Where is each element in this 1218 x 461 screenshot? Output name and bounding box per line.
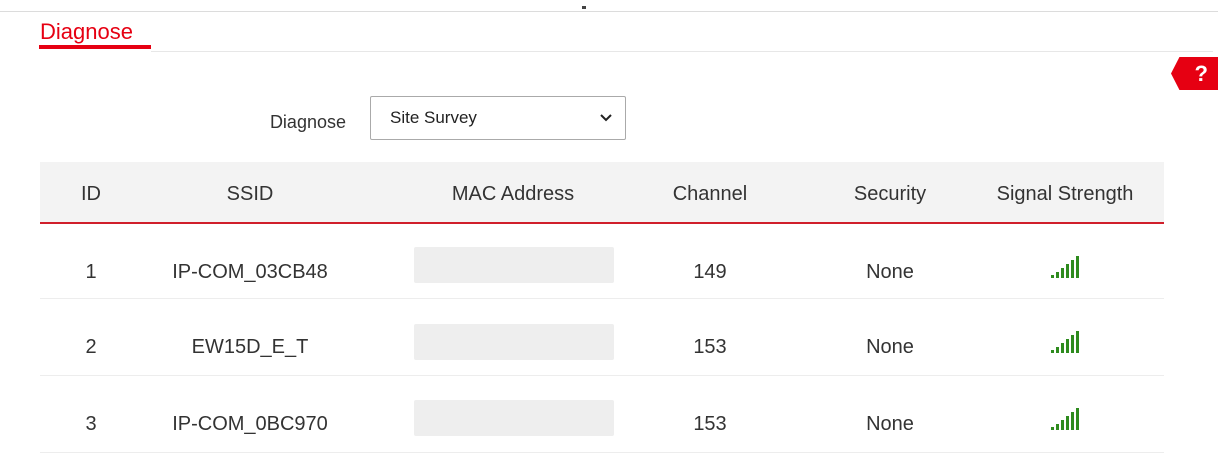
row-ssid: IP-COM_03CB48 — [172, 261, 328, 283]
row-divider — [40, 452, 1164, 453]
column-header-signal-strength: Signal Strength — [996, 183, 1134, 205]
help-icon: ? — [1194, 61, 1208, 86]
chevron-down-icon — [600, 114, 612, 122]
help-button[interactable]: ? — [1171, 57, 1218, 90]
row-channel: 153 — [693, 413, 727, 435]
title-rule — [151, 51, 1213, 52]
signal-strength-icon — [1051, 256, 1081, 278]
column-header-channel: Channel — [672, 183, 748, 205]
row-channel: 153 — [693, 336, 727, 358]
tiny-mark — [582, 6, 586, 9]
table-row[interactable]: 1 IP-COM_03CB48 149 None — [40, 224, 1164, 299]
row-id: 2 — [85, 336, 97, 358]
signal-strength-icon — [1051, 408, 1081, 430]
diagnose-select[interactable]: Site Survey — [370, 96, 626, 140]
row-security: None — [866, 261, 914, 283]
row-ssid: EW15D_E_T — [191, 336, 309, 358]
column-header-id: ID — [81, 183, 101, 205]
column-header-ssid: SSID — [226, 183, 274, 205]
row-mac-redacted — [414, 324, 614, 360]
page-title: Diagnose — [40, 19, 133, 44]
table-row[interactable]: 2 EW15D_E_T 153 None — [40, 299, 1164, 376]
table-row[interactable]: 3 IP-COM_0BC970 153 None — [40, 376, 1164, 453]
diagnose-select-value: Site Survey — [390, 108, 477, 127]
row-ssid: IP-COM_0BC970 — [172, 413, 328, 435]
row-id: 3 — [85, 413, 97, 435]
row-security: None — [866, 336, 914, 358]
row-mac-redacted — [414, 247, 614, 283]
top-divider — [0, 11, 1218, 12]
row-mac-redacted — [414, 400, 614, 436]
row-security: None — [866, 413, 914, 435]
row-id: 1 — [85, 261, 97, 283]
title-underline — [39, 45, 151, 49]
table-header: ID SSID MAC Address Channel Security Sig… — [40, 162, 1164, 224]
signal-strength-icon — [1051, 331, 1081, 353]
diagnose-label: Diagnose — [269, 112, 346, 132]
column-header-security: Security — [853, 183, 927, 205]
site-survey-table: ID SSID MAC Address Channel Security Sig… — [40, 162, 1164, 453]
row-channel: 149 — [693, 261, 727, 283]
